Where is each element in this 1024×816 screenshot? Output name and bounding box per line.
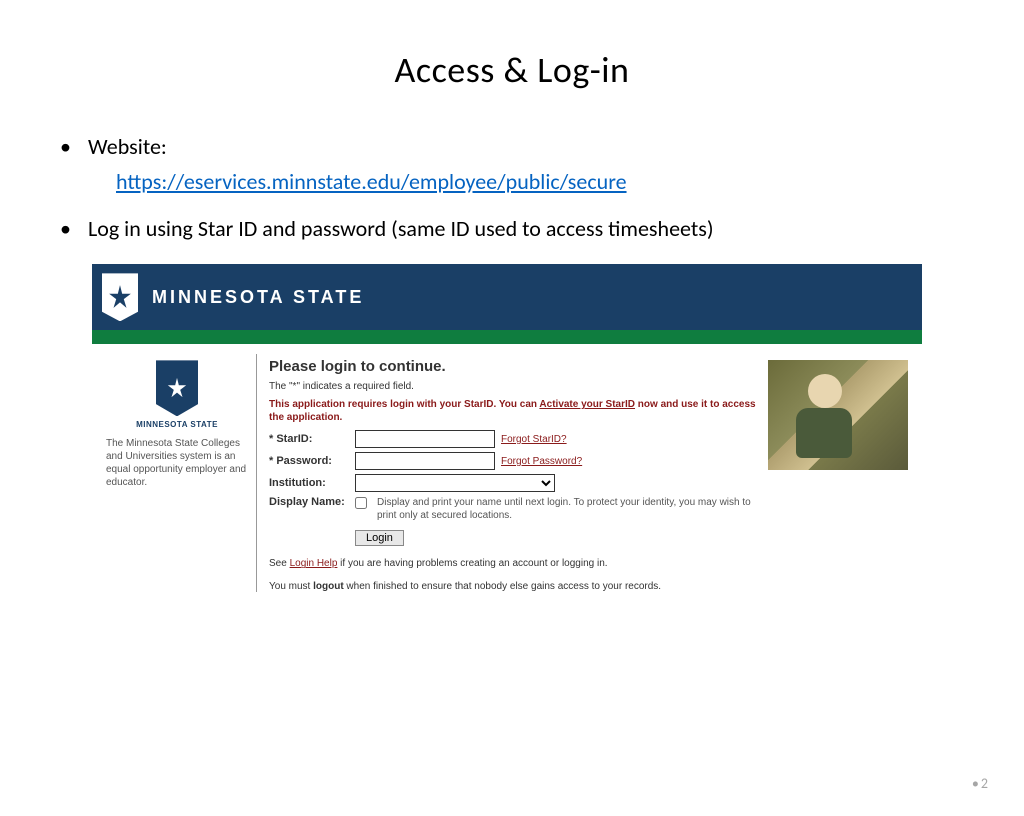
starid-label: * StarID:: [269, 433, 349, 445]
starid-input[interactable]: [355, 430, 495, 448]
password-input[interactable]: [355, 452, 495, 470]
activate-starid-link[interactable]: Activate your StarID: [539, 399, 635, 410]
display-name-note: Display and print your name until next l…: [377, 496, 758, 522]
ms-side-brand: MINNESOTA STATE: [106, 420, 248, 429]
forgot-starid-link[interactable]: Forgot StarID?: [501, 434, 567, 445]
bullet-list: Website: https://eservices.minnstate.edu…: [60, 132, 1024, 244]
logout-note: You must logout when finished to ensure …: [269, 581, 758, 592]
ms-sidebar: MINNESOTA STATE The Minnesota State Coll…: [106, 354, 256, 592]
page-number: 2: [972, 775, 988, 792]
bullet-website: Website: https://eservices.minnstate.edu…: [60, 132, 1024, 198]
starid-activation-note: This application requires login with you…: [269, 398, 758, 424]
login-button[interactable]: Login: [355, 530, 404, 546]
login-help-link[interactable]: Login Help: [290, 558, 338, 569]
ms-banner-logo-icon: [102, 273, 138, 321]
display-name-label: Display Name:: [269, 496, 349, 522]
website-link[interactable]: https://eservices.minnstate.edu/employee…: [116, 168, 627, 195]
ms-banner-title: MINNESOTA STATE: [152, 287, 364, 308]
ms-side-logo-icon: [156, 360, 198, 416]
ms-side-blurb: The Minnesota State Colleges and Univers…: [106, 437, 248, 489]
login-screenshot: MINNESOTA STATE MINNESOTA STATE The Minn…: [92, 264, 922, 592]
required-note: The "*" indicates a required field.: [269, 381, 758, 392]
login-heading: Please login to continue.: [269, 358, 758, 375]
institution-label: Institution:: [269, 477, 349, 489]
login-help-line: See Login Help if you are having problem…: [269, 558, 758, 569]
forgot-password-link[interactable]: Forgot Password?: [501, 456, 582, 467]
ms-banner: MINNESOTA STATE: [92, 264, 922, 330]
institution-select[interactable]: [355, 474, 555, 492]
password-label: * Password:: [269, 455, 349, 467]
slide-title: Access & Log-in: [0, 48, 1024, 92]
bullet-website-label: Website:: [88, 133, 167, 160]
login-form-area: Please login to continue. The "*" indica…: [256, 354, 768, 592]
ms-green-bar: [92, 330, 922, 344]
display-name-checkbox[interactable]: [355, 497, 367, 509]
student-photo: [768, 360, 908, 470]
bullet-login-instruction: Log in using Star ID and password (same …: [60, 214, 1024, 245]
